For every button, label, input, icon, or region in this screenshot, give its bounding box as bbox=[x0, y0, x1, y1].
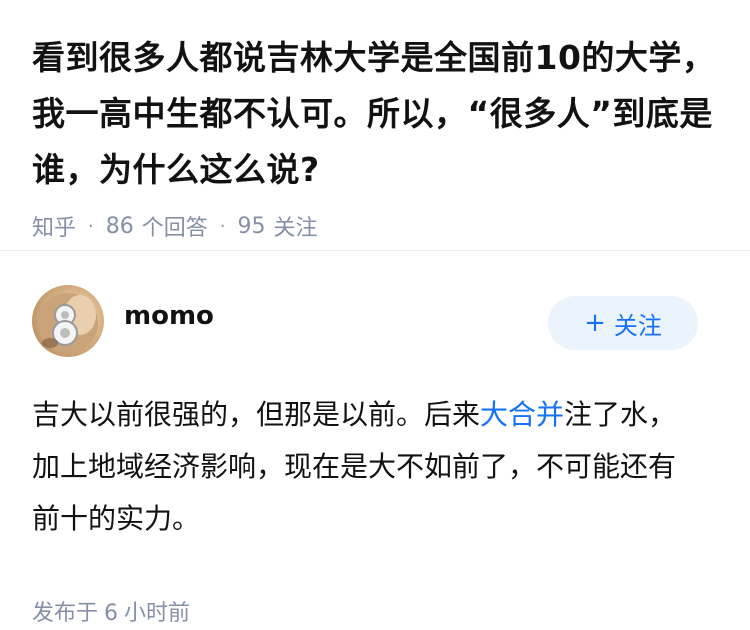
follow-label: 关注 bbox=[613, 311, 662, 340]
keyword-link[interactable]: 大合并 bbox=[480, 398, 564, 431]
answer-count-label[interactable]: 个回答 bbox=[142, 210, 208, 242]
answer-content[interactable]: 吉大以前很强的，但那是以前。后来大合并注了水，加上地域经济影响，现在是大不如前了… bbox=[32, 389, 692, 545]
source-label[interactable]: 知乎 bbox=[32, 210, 76, 242]
follow-button[interactable]: + 关注 bbox=[548, 296, 698, 350]
meta-separator: · bbox=[219, 215, 226, 237]
question-meta: 知乎 · 86 个回答 · 95 关注 bbox=[32, 206, 718, 246]
publish-time: 发布于 6 小时前 bbox=[32, 595, 718, 627]
plus-icon: + bbox=[584, 308, 606, 338]
follower-count-label[interactable]: 关注 bbox=[274, 210, 318, 242]
publish-prefix: 发布于 bbox=[32, 601, 99, 626]
follower-count: 95 bbox=[237, 213, 266, 239]
avatar[interactable] bbox=[32, 285, 104, 357]
avatar-icon bbox=[38, 293, 98, 353]
publish-number: 6 bbox=[104, 601, 119, 626]
author-row: momo + 关注 bbox=[32, 251, 718, 361]
answer-count: 86 bbox=[105, 213, 134, 239]
answer-card: momo + 关注 吉大以前很强的，但那是以前。后来大合并注了水，加上地域经济影… bbox=[0, 251, 750, 627]
author-name[interactable]: momo bbox=[124, 301, 214, 331]
question-header: 看到很多人都说吉林大学是全国前10的大学，我一高中生都不认可。所以，“很多人”到… bbox=[0, 0, 750, 241]
publish-suffix: 小时前 bbox=[124, 601, 191, 626]
question-title[interactable]: 看到很多人都说吉林大学是全国前10的大学，我一高中生都不认可。所以，“很多人”到… bbox=[32, 30, 718, 198]
content-text: 吉大以前很强的，但那是以前。后来 bbox=[32, 398, 481, 431]
meta-separator: · bbox=[88, 215, 94, 237]
